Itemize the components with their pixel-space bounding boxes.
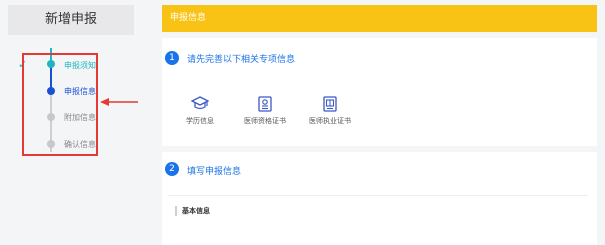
annotation-arrow-icon — [100, 98, 138, 106]
physician-qualification-label: 医师资格证书 — [244, 117, 286, 125]
education-info-card[interactable]: 学历信息 — [170, 96, 230, 126]
page-title: 新增申报 — [8, 5, 134, 35]
special-info-title: 请先完善以下相关专项信息 — [187, 55, 296, 65]
physician-qualification-card[interactable]: 医师资格证书 — [235, 96, 295, 126]
physician-license-label: 医师执业证书 — [309, 117, 351, 125]
physician-license-card[interactable]: 医师执业证书 — [300, 96, 360, 126]
divider — [168, 195, 588, 196]
certificate-icon — [258, 96, 272, 112]
section-header: 申报信息 — [162, 5, 597, 32]
step-number-badge: 2 — [165, 162, 179, 176]
declaration-form-title: 填写申报信息 — [187, 167, 242, 177]
annotation-highlight-box — [22, 53, 98, 156]
education-info-label: 学历信息 — [186, 117, 214, 125]
license-icon — [323, 96, 337, 112]
graduation-cap-icon — [191, 96, 209, 110]
basic-info-heading: 基本信息 — [175, 206, 210, 216]
step-number-badge: 1 — [165, 51, 179, 65]
